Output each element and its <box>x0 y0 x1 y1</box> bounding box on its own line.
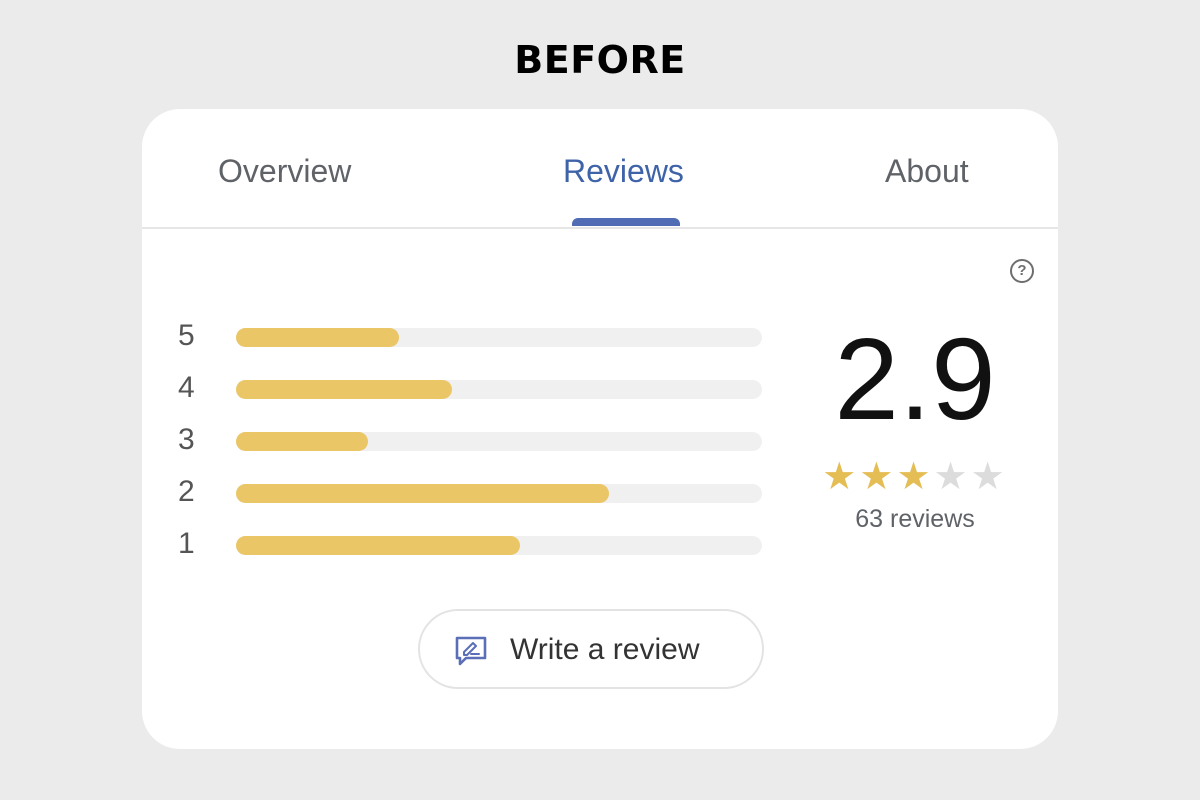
write-review-label: Write a review <box>510 633 700 666</box>
rating-bar-track <box>236 328 762 347</box>
write-review-button[interactable]: Write a review <box>418 609 764 689</box>
edit-review-icon <box>455 636 487 666</box>
rating-row-label: 5 <box>178 319 195 352</box>
tab-about[interactable]: About <box>885 153 969 190</box>
rating-row-3: 3 <box>178 417 768 469</box>
rating-bar-track <box>236 484 762 503</box>
rating-bar-fill <box>236 484 610 503</box>
star-icon: ★ <box>933 456 971 498</box>
rating-row-5: 5 <box>178 313 768 365</box>
rating-row-label: 1 <box>178 527 195 560</box>
rating-bar-track <box>236 432 762 451</box>
page: BEFORE Overview Reviews About ? 5 4 3 2 … <box>0 0 1200 800</box>
star-rating: ★★★★★ <box>802 457 1028 497</box>
rating-row-1: 1 <box>178 521 768 573</box>
rating-row-4: 4 <box>178 365 768 417</box>
star-icon: ★ <box>822 456 860 498</box>
review-count: 63 reviews <box>855 505 975 533</box>
star-icon: ★ <box>896 456 934 498</box>
tab-overview[interactable]: Overview <box>218 153 351 190</box>
rating-bar-track <box>236 536 762 555</box>
rating-row-label: 3 <box>178 423 195 456</box>
star-icon: ★ <box>970 456 1008 498</box>
star-icon: ★ <box>859 456 897 498</box>
rating-bar-fill <box>236 380 452 399</box>
rating-bar-fill <box>236 536 521 555</box>
rating-distribution: 5 4 3 2 1 <box>178 313 768 573</box>
rating-row-2: 2 <box>178 469 768 521</box>
rating-bar-track <box>236 380 762 399</box>
rating-bar-fill <box>236 328 400 347</box>
rating-row-label: 2 <box>178 475 195 508</box>
help-circle-icon[interactable]: ? <box>1010 259 1034 283</box>
average-rating: 2.9 <box>834 314 996 444</box>
active-tab-indicator <box>572 218 680 226</box>
tab-reviews[interactable]: Reviews <box>563 153 684 190</box>
rating-summary: 2.9 ★★★★★ 63 reviews <box>802 319 1028 534</box>
page-heading: BEFORE <box>514 38 686 82</box>
rating-row-label: 4 <box>178 371 195 404</box>
tab-bar: Overview Reviews About <box>142 109 1058 229</box>
reviews-card: Overview Reviews About ? 5 4 3 2 1 2.9 ★… <box>142 109 1058 749</box>
rating-bar-fill <box>236 432 368 451</box>
